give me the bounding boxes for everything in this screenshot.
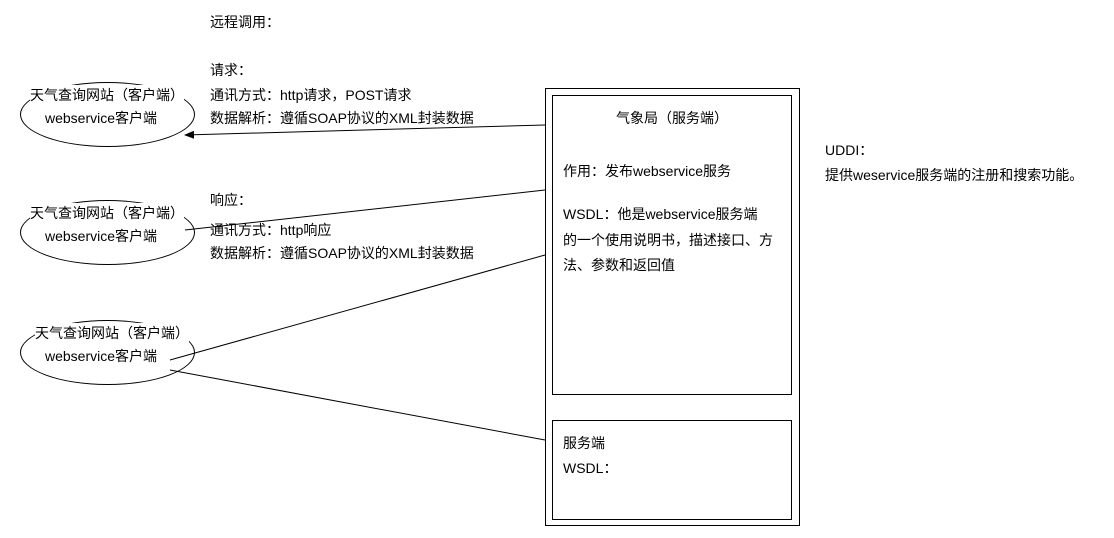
request-label: 请求：	[210, 60, 252, 81]
sub-box: 服务端 WSDL：	[552, 420, 792, 520]
server-wsdl-line1: WSDL：他是webservice服务端	[563, 202, 781, 227]
server-title: 气象局（服务端）	[563, 106, 781, 131]
client-2-line2: webservice客户端	[45, 226, 157, 247]
header-title: 远程调用：	[210, 12, 280, 33]
client-2-line1: 天气查询网站（客户端）	[30, 203, 184, 224]
client-1-line1: 天气查询网站（客户端）	[30, 85, 184, 106]
sub-box-line2: WSDL：	[563, 456, 781, 481]
sub-box-line1: 服务端	[563, 431, 781, 456]
uddi-desc: 提供weservice服务端的注册和搜索功能。	[825, 165, 1083, 186]
server-purpose: 作用：发布webservice服务	[563, 159, 781, 184]
response-label: 响应：	[210, 190, 252, 211]
request-data-parse: 数据解析：遵循SOAP协议的XML封装数据	[210, 108, 474, 129]
server-wsdl-line2: 的一个使用说明书，描述接口、方	[563, 228, 781, 253]
client-3-line1: 天气查询网站（客户端）	[35, 323, 189, 344]
client-3-line2: webservice客户端	[45, 346, 157, 367]
response-comm-method: 通讯方式：http响应	[210, 220, 331, 241]
server-wsdl-line3: 法、参数和返回值	[563, 253, 781, 278]
request-comm-method: 通讯方式：http请求，POST请求	[210, 85, 411, 106]
server-box: 气象局（服务端） 作用：发布webservice服务 WSDL：他是webser…	[552, 95, 792, 395]
uddi-label: UDDI：	[825, 140, 873, 161]
response-data-parse: 数据解析：遵循SOAP协议的XML封装数据	[210, 243, 474, 264]
client-1-line2: webservice客户端	[45, 108, 157, 129]
